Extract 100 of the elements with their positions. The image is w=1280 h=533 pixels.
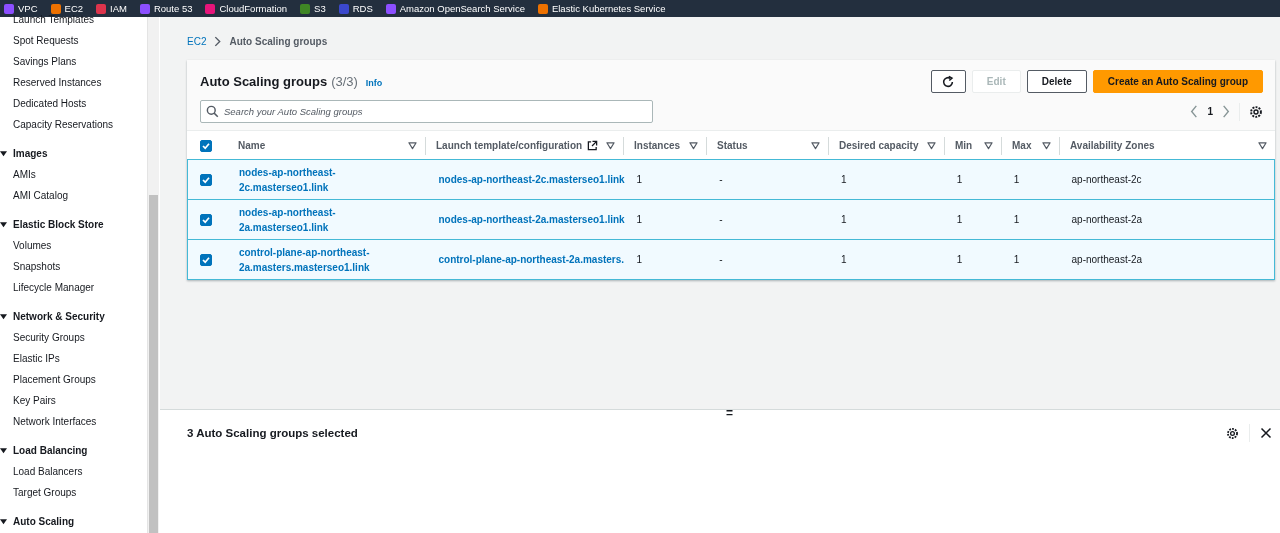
caret-icon	[0, 221, 7, 228]
breadcrumb-link[interactable]: EC2	[187, 35, 207, 47]
table-row[interactable]: nodes-ap-northeast-2a.masterseo1.link nodes-ap-northeast-2a.masterseo1.link 1 - 1 1 1 ap-northeast-2a	[187, 199, 1275, 240]
table-row[interactable]: control-plane-ap-northeast-2a.masters.masterseo1.link control-plane-ap-northeast-2a.masters. 1 - 1 1 1 ap-northeast-2a	[187, 239, 1275, 280]
create-button[interactable]: Create an Auto Scaling group	[1092, 70, 1263, 93]
sidebar-item[interactable]: Security Groups	[0, 327, 147, 348]
sidebar-section[interactable]: Images	[0, 143, 147, 164]
sidebar-item[interactable]: Lifecycle Manager	[0, 277, 147, 298]
sidebar-item[interactable]: Target Groups	[0, 482, 147, 503]
group-name-link[interactable]: nodes-ap-northeast-2a.masterseo1.link	[238, 204, 389, 235]
sidebar-section[interactable]: Auto Scaling	[0, 511, 147, 532]
sidebar-item[interactable]: Load Balancers	[0, 461, 147, 482]
table-cell: 1	[956, 254, 963, 265]
table-cell: -	[719, 174, 723, 185]
table-cell: ap-northeast-2c	[1071, 174, 1142, 185]
breadcrumb-current: Auto Scaling groups	[229, 35, 328, 47]
table-row[interactable]: nodes-ap-northeast-2c.masterseo1.link nodes-ap-northeast-2c.masterseo1.link 1 - 1 1 1 ap-northeast-2c	[187, 159, 1275, 200]
row-checkbox[interactable]	[200, 253, 212, 266]
search-field[interactable]: Search your Auto Scaling groups	[200, 100, 653, 123]
column-header[interactable]: Max	[1012, 140, 1032, 151]
refresh-icon	[941, 74, 956, 89]
scrollbar[interactable]	[147, 17, 159, 533]
sort-icon[interactable]	[408, 141, 417, 150]
sort-icon[interactable]	[811, 141, 820, 150]
sidebar-item[interactable]: Volumes	[0, 235, 147, 256]
sidebar-item[interactable]: Placement Groups	[0, 369, 147, 390]
group-name-link[interactable]: nodes-ap-northeast-2c.masterseo1.link	[238, 164, 389, 195]
settings-icon[interactable]	[1226, 426, 1239, 440]
table-cell: ap-northeast-2a	[1071, 214, 1143, 225]
sidebar-section[interactable]: Load Balancing	[0, 440, 147, 461]
table-cell: 1	[1013, 174, 1020, 185]
column-header[interactable]: Desired capacity	[839, 140, 919, 151]
sort-icon[interactable]	[984, 141, 993, 150]
sidebar-item[interactable]: Snapshots	[0, 256, 147, 277]
caret-icon	[0, 518, 7, 525]
search-icon	[206, 105, 219, 118]
sort-icon[interactable]	[606, 141, 615, 150]
service-shortcut[interactable]: IAM	[96, 3, 127, 14]
table-cell: -	[719, 214, 723, 225]
service-shortcut[interactable]: CloudFormation	[205, 3, 288, 14]
table-cell: ap-northeast-2a	[1071, 254, 1143, 265]
sort-icon[interactable]	[927, 141, 936, 150]
chevron-right-icon	[214, 35, 222, 47]
sidebar-item[interactable]: Spot Requests	[0, 30, 147, 51]
count-label: (3/3)	[331, 74, 358, 89]
column-header[interactable]: Min	[955, 140, 973, 151]
table-cell: 1	[636, 254, 643, 265]
caret-icon	[0, 447, 7, 454]
refresh-button[interactable]	[930, 70, 966, 93]
sidebar-item[interactable]: Network Interfaces	[0, 411, 147, 432]
row-checkbox[interactable]	[200, 213, 212, 226]
table-cell: 1	[956, 214, 963, 225]
table-cell: 1	[956, 174, 963, 185]
service-shortcut[interactable]: Route 53	[139, 3, 193, 14]
sidebar-section[interactable]: Elastic Block Store	[0, 214, 147, 235]
service-shortcut[interactable]: Amazon OpenSearch Service	[385, 3, 525, 14]
sort-icon[interactable]	[689, 141, 698, 150]
service-shortcut[interactable]: RDS	[338, 3, 373, 14]
table-cell: 1	[841, 214, 847, 225]
chevron-right-icon[interactable]	[1222, 105, 1230, 118]
sidebar-item[interactable]: Reserved Instances	[0, 72, 147, 93]
sidebar-item[interactable]: AMIs	[0, 164, 147, 185]
sidebar-item[interactable]: Savings Plans	[0, 51, 147, 72]
column-header[interactable]: Name	[238, 140, 266, 151]
table-cell: 1	[841, 254, 847, 265]
sidebar-section[interactable]: Network & Security	[0, 306, 147, 327]
action-button[interactable]: Delete	[1026, 70, 1087, 93]
row-checkbox[interactable]	[200, 173, 212, 186]
sidebar-item[interactable]: Capacity Reservations	[0, 114, 147, 135]
sidebar-item[interactable]: Key Pairs	[0, 390, 147, 411]
sort-icon[interactable]	[1042, 141, 1051, 150]
close-icon[interactable]	[1260, 427, 1272, 439]
service-shortcut[interactable]: Elastic Kubernetes Service	[537, 3, 666, 14]
sidebar-item[interactable]: Dedicated Hosts	[0, 93, 147, 114]
service-shortcut[interactable]: VPC	[4, 3, 38, 14]
launch-template-link[interactable]: nodes-ap-northeast-2a.masterseo1.link	[438, 212, 624, 227]
sort-icon[interactable]	[1258, 141, 1267, 150]
column-header[interactable]: Availability Zones	[1070, 140, 1155, 151]
sidebar-item[interactable]: Elastic IPs	[0, 348, 147, 369]
resize-handle[interactable]: =	[726, 406, 733, 420]
column-header[interactable]: Instances	[634, 140, 681, 151]
table-cell: 1	[1013, 214, 1020, 225]
settings-icon[interactable]	[1249, 104, 1263, 119]
service-shortcut[interactable]: EC2	[50, 3, 84, 14]
launch-template-link[interactable]: nodes-ap-northeast-2c.masterseo1.link	[438, 172, 624, 187]
info-link[interactable]: Info	[365, 78, 383, 88]
column-header[interactable]: Launch template/configuration	[436, 140, 583, 151]
table-cell: 1	[636, 214, 643, 225]
table-cell: -	[719, 254, 723, 265]
column-header[interactable]: Status	[717, 140, 748, 151]
caret-icon	[0, 313, 7, 320]
table-cell: 1	[636, 174, 643, 185]
group-name-link[interactable]: control-plane-ap-northeast-2a.masters.masterseo1.link	[238, 244, 389, 275]
launch-template-link[interactable]: control-plane-ap-northeast-2a.masters.	[438, 252, 624, 267]
service-shortcut[interactable]: S3	[300, 3, 326, 14]
sidebar-item[interactable]: AMI Catalog	[0, 185, 147, 206]
select-all-checkbox[interactable]	[200, 139, 212, 152]
chevron-left-icon[interactable]	[1190, 105, 1199, 118]
panel-title: Auto Scaling groups	[200, 74, 328, 89]
page-number[interactable]: 1	[1207, 106, 1213, 117]
